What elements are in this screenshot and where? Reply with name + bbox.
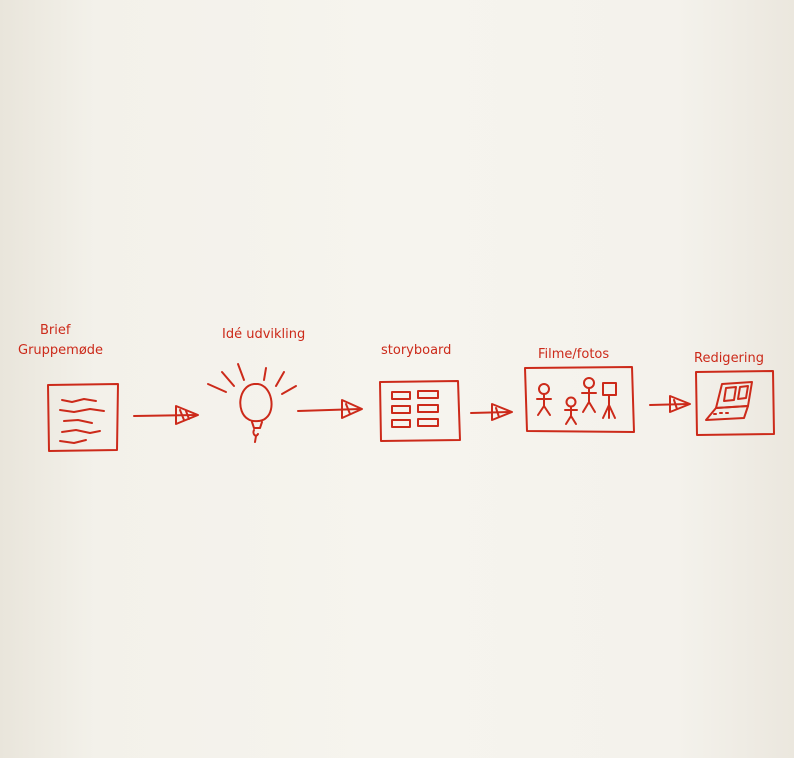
step-brief-label-line2: Gruppemøde: [18, 343, 103, 358]
stick-figures-icon: [524, 366, 635, 433]
step-brief: Brief Gruppemøde: [18, 323, 119, 452]
lightbulb-icon: [207, 363, 297, 443]
step-ide-udvikling: Idé udvikling: [207, 327, 305, 443]
step-storyboard: storyboard: [379, 343, 461, 442]
step-redigering: Redigering: [694, 351, 775, 436]
document-icon: [47, 383, 119, 452]
step-brief-label-line1: Brief: [40, 323, 71, 338]
arrow-right-icon: [649, 395, 691, 413]
step-storyboard-label: storyboard: [381, 343, 451, 358]
step-filme-fotos-label: Filme/fotos: [538, 347, 609, 362]
step-redigering-label: Redigering: [694, 351, 764, 366]
step-filme-fotos: Filme/fotos: [524, 347, 635, 433]
arrow-right-icon: [470, 403, 513, 421]
step-ide-udvikling-label: Idé udvikling: [222, 327, 305, 342]
storyboard-icon: [379, 380, 461, 442]
process-diagram: Brief Gruppemøde Idé udvikling storyboar…: [18, 323, 775, 452]
laptop-icon: [695, 370, 775, 436]
arrow-right-icon: [133, 405, 199, 425]
arrow-right-icon: [297, 399, 363, 419]
